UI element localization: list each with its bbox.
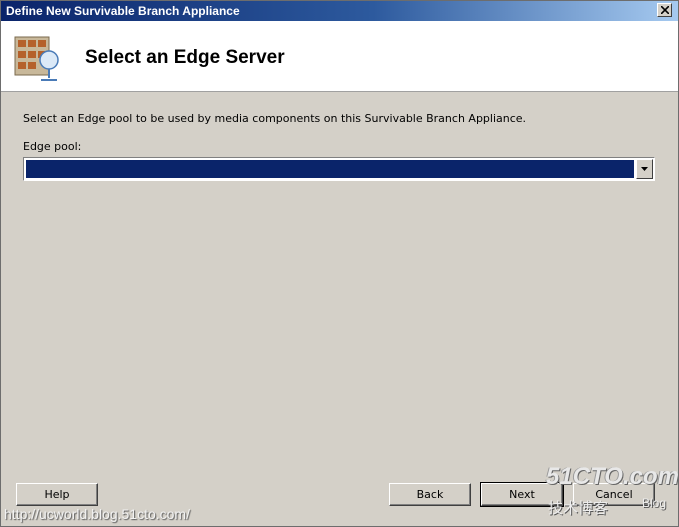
- logo-blog-text: Blog: [642, 496, 667, 510]
- close-button[interactable]: [657, 3, 672, 17]
- edge-pool-label: Edge pool:: [23, 140, 82, 153]
- wizard-header: Select an Edge Server: [1, 21, 678, 92]
- chevron-down-icon: [641, 167, 648, 171]
- window-title: Define New Survivable Branch Appliance: [6, 4, 240, 18]
- back-button[interactable]: Back: [389, 483, 471, 506]
- edge-pool-selected-value[interactable]: [26, 160, 634, 178]
- logo-main-text: 51CTO.com: [546, 463, 679, 490]
- description-text: Select an Edge pool to be used by media …: [23, 112, 527, 125]
- page-title: Select an Edge Server: [85, 47, 285, 68]
- help-button[interactable]: Help: [16, 483, 98, 506]
- server-appliance-icon: [14, 36, 59, 81]
- watermark-url: http://ucworld.blog.51cto.com/: [4, 506, 190, 522]
- dropdown-button[interactable]: [636, 159, 653, 179]
- wizard-dialog: Define New Survivable Branch Appliance S…: [0, 0, 679, 527]
- logo-sub-text: 技术博客: [548, 499, 609, 517]
- title-bar[interactable]: Define New Survivable Branch Appliance: [1, 1, 678, 21]
- close-icon: [661, 6, 669, 14]
- watermark-logo: 51CTO.com 技术博客 Blog: [546, 463, 679, 523]
- edge-pool-dropdown[interactable]: [23, 157, 655, 181]
